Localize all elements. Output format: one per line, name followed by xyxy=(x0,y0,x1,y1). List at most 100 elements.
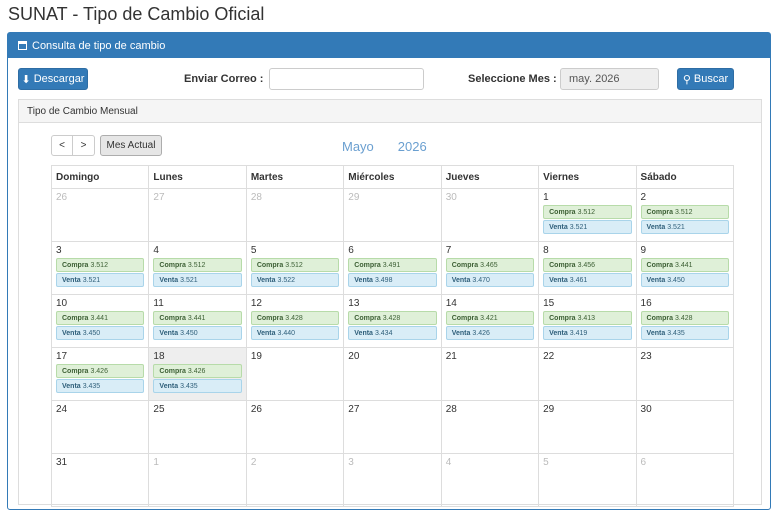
calendar-day-cell[interactable]: 11 Compra 3.441 Venta 3.450 xyxy=(148,294,247,348)
current-month-button[interactable]: Mes Actual xyxy=(100,135,162,156)
calendar-day-cell[interactable]: 14 Compra 3.421 Venta 3.426 xyxy=(440,294,540,348)
compra-label: Compra xyxy=(549,261,576,269)
venta-event[interactable]: Venta 3.521 xyxy=(640,220,729,234)
prev-month-button[interactable]: < xyxy=(51,135,73,156)
compra-event[interactable]: Compra 3.428 xyxy=(640,311,729,325)
calendar-day-cell[interactable]: 5 Compra 3.512 Venta 3.522 xyxy=(245,241,345,295)
weekday-header: Sábado xyxy=(635,165,735,189)
venta-event[interactable]: Venta 3.435 xyxy=(640,326,729,340)
calendar-day-cell[interactable]: 2 Compra 3.512 Venta 3.521 xyxy=(635,188,735,242)
calendar-day-cell[interactable]: 15 Compra 3.413 Venta 3.419 xyxy=(538,294,637,348)
compra-event[interactable]: Compra 3.512 xyxy=(250,258,340,272)
venta-event[interactable]: Venta 3.434 xyxy=(348,326,437,340)
calendar-day-cell[interactable]: 1 xyxy=(148,453,247,507)
venta-event[interactable]: Venta 3.461 xyxy=(543,273,632,287)
venta-event[interactable]: Venta 3.450 xyxy=(56,326,145,340)
compra-event[interactable]: Compra 3.426 xyxy=(153,364,242,378)
venta-event[interactable]: Venta 3.522 xyxy=(250,273,340,287)
venta-event[interactable]: Venta 3.521 xyxy=(543,220,632,234)
compra-event[interactable]: Compra 3.421 xyxy=(445,311,535,325)
calendar-day-cell[interactable]: 7 Compra 3.465 Venta 3.470 xyxy=(440,241,540,295)
calendar-day-cell[interactable]: 17 Compra 3.426 Venta 3.435 xyxy=(50,347,150,401)
venta-event[interactable]: Venta 3.450 xyxy=(640,273,729,287)
calendar-day-cell[interactable]: 19 xyxy=(245,347,345,401)
calendar-day-cell[interactable]: 3 xyxy=(343,453,442,507)
day-number: 3 xyxy=(56,245,62,256)
calendar-day-cell[interactable]: 18 Compra 3.426 Venta 3.435 xyxy=(148,347,247,401)
calendar-day-cell[interactable]: 22 xyxy=(538,347,637,401)
download-button[interactable]: ⬇ Descargar xyxy=(18,68,88,90)
venta-event[interactable]: Venta 3.498 xyxy=(348,273,437,287)
weekday-header: Viernes xyxy=(538,165,637,189)
calendar-day-cell[interactable]: 28 xyxy=(245,188,345,242)
compra-event[interactable]: Compra 3.428 xyxy=(250,311,340,325)
venta-event[interactable]: Venta 3.419 xyxy=(543,326,632,340)
month-input[interactable] xyxy=(561,69,658,89)
calendar-day-cell[interactable]: 28 xyxy=(440,400,540,454)
venta-event[interactable]: Venta 3.521 xyxy=(153,273,242,287)
calendar-day-cell[interactable]: 16 Compra 3.428 Venta 3.435 xyxy=(635,294,735,348)
calendar-day-cell[interactable]: 12 Compra 3.428 Venta 3.440 xyxy=(245,294,345,348)
calendar-day-cell[interactable]: 27 xyxy=(343,400,442,454)
calendar-day-cell[interactable]: 25 xyxy=(148,400,247,454)
compra-event[interactable]: Compra 3.512 xyxy=(153,258,242,272)
compra-label: Compra xyxy=(354,261,381,269)
page-title: SUNAT - Tipo de Cambio Oficial xyxy=(8,4,265,24)
calendar-day-cell[interactable]: 30 xyxy=(635,400,735,454)
calendar-day-cell[interactable]: 29 xyxy=(343,188,442,242)
calendar-day-cell[interactable]: 1 Compra 3.512 Venta 3.521 xyxy=(538,188,637,242)
calendar-day-cell[interactable]: 4 xyxy=(440,453,540,507)
compra-event[interactable]: Compra 3.512 xyxy=(640,205,729,219)
calendar-day-cell[interactable]: 6 Compra 3.491 Venta 3.498 xyxy=(343,241,442,295)
email-input[interactable] xyxy=(270,69,423,89)
calendar-day-cell[interactable]: 26 xyxy=(50,188,150,242)
compra-event[interactable]: Compra 3.413 xyxy=(543,311,632,325)
calendar-day-cell[interactable]: 31 xyxy=(50,453,150,507)
compra-event[interactable]: Compra 3.441 xyxy=(640,258,729,272)
search-button[interactable]: ⚲ Buscar xyxy=(677,68,734,90)
venta-event[interactable]: Venta 3.521 xyxy=(56,273,145,287)
day-number: 12 xyxy=(250,298,262,309)
calendar-day-cell[interactable]: 4 Compra 3.512 Venta 3.521 xyxy=(148,241,247,295)
venta-event[interactable]: Venta 3.440 xyxy=(250,326,340,340)
venta-event[interactable]: Venta 3.435 xyxy=(153,379,242,393)
calendar-day-cell[interactable]: 8 Compra 3.456 Venta 3.461 xyxy=(538,241,637,295)
calendar-day-cell[interactable]: 9 Compra 3.441 Venta 3.450 xyxy=(635,241,735,295)
compra-label: Compra xyxy=(646,261,673,269)
compra-event[interactable]: Compra 3.456 xyxy=(543,258,632,272)
calendar-year: 2026 xyxy=(397,139,427,154)
calendar-day-cell[interactable]: 2 xyxy=(245,453,345,507)
calendar-day-cell[interactable]: 23 xyxy=(635,347,735,401)
calendar-day-cell[interactable]: 30 xyxy=(440,188,540,242)
calendar-day-cell[interactable]: 27 xyxy=(148,188,247,242)
venta-event[interactable]: Venta 3.426 xyxy=(445,326,535,340)
email-label: Enviar Correo : xyxy=(184,73,264,85)
venta-label: Venta xyxy=(549,329,568,337)
calendar-day-cell[interactable]: 21 xyxy=(440,347,540,401)
calendar-day-cell[interactable]: 6 xyxy=(635,453,735,507)
calendar-day-cell[interactable]: 10 Compra 3.441 Venta 3.450 xyxy=(50,294,150,348)
venta-event[interactable]: Venta 3.470 xyxy=(445,273,535,287)
next-month-button[interactable]: > xyxy=(73,135,95,156)
compra-event[interactable]: Compra 3.512 xyxy=(56,258,145,272)
venta-label: Venta xyxy=(62,329,81,337)
calendar-day-cell[interactable]: 29 xyxy=(538,400,637,454)
compra-event[interactable]: Compra 3.512 xyxy=(543,205,632,219)
calendar-day-cell[interactable]: 3 Compra 3.512 Venta 3.521 xyxy=(50,241,150,295)
calendar-day-cell[interactable]: 26 xyxy=(245,400,345,454)
calendar-day-cell[interactable]: 5 xyxy=(538,453,637,507)
calendar-day-cell[interactable]: 20 xyxy=(343,347,442,401)
venta-label: Venta xyxy=(451,329,471,337)
compra-event[interactable]: Compra 3.491 xyxy=(348,258,437,272)
compra-event[interactable]: Compra 3.465 xyxy=(445,258,535,272)
venta-event[interactable]: Venta 3.435 xyxy=(56,379,145,393)
compra-event[interactable]: Compra 3.441 xyxy=(153,311,242,325)
venta-event[interactable]: Venta 3.450 xyxy=(153,326,242,340)
compra-event[interactable]: Compra 3.428 xyxy=(348,311,437,325)
compra-event[interactable]: Compra 3.441 xyxy=(56,311,145,325)
day-number: 30 xyxy=(640,404,652,415)
calendar-day-cell[interactable]: 24 xyxy=(50,400,150,454)
calendar-day-cell[interactable]: 13 Compra 3.428 Venta 3.434 xyxy=(343,294,442,348)
compra-event[interactable]: Compra 3.426 xyxy=(56,364,145,378)
calendar-title: Mayo 2026 xyxy=(342,139,451,154)
